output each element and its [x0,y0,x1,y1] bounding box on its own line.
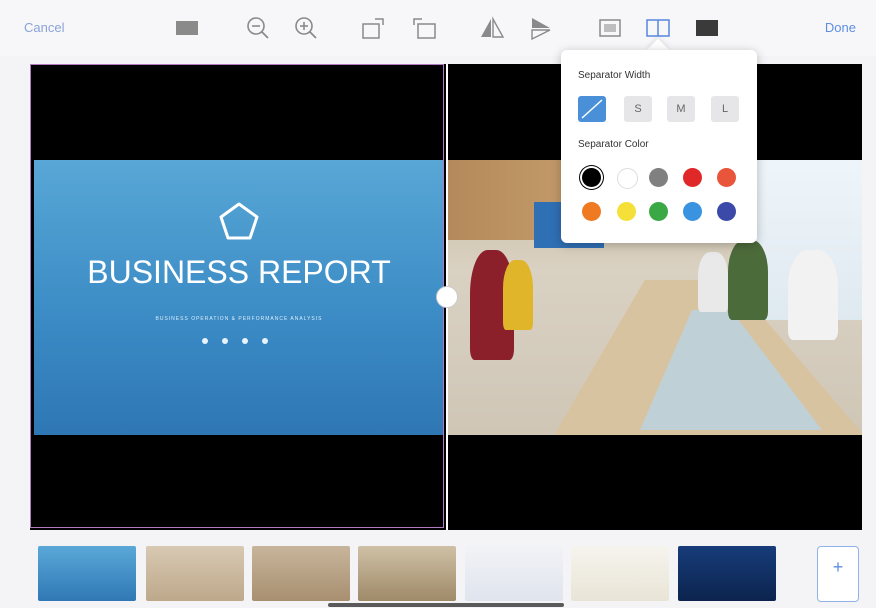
color-swatch[interactable] [582,202,601,221]
add-photo-button[interactable]: + [817,546,859,602]
width-m-button[interactable]: M [667,96,695,122]
thumbnail[interactable] [358,546,456,601]
pentagon-icon [219,202,259,240]
rotate-right-icon[interactable] [360,14,388,42]
done-button[interactable]: Done [825,20,856,35]
rotate-left-icon[interactable] [410,14,438,42]
width-none-button[interactable] [578,96,606,122]
social-icon [242,338,248,344]
width-s-button[interactable]: S [624,96,652,122]
separator-popover: Separator Width S M L Separator Color [561,50,757,243]
social-icon [262,338,268,344]
color-swatch[interactable] [683,202,702,221]
social-icon [222,338,228,344]
thumbnail[interactable] [38,546,136,601]
color-swatch[interactable] [717,168,736,187]
fit-icon[interactable] [596,14,624,42]
social-icons [202,338,268,344]
thumbnail[interactable] [678,546,776,601]
person [728,240,768,320]
person [788,250,838,340]
person [503,260,533,330]
thumbnail[interactable] [252,546,350,601]
rectangle-icon[interactable] [173,14,201,42]
color-swatch[interactable] [582,168,601,187]
cancel-button[interactable]: Cancel [24,20,64,35]
zoom-in-icon[interactable] [292,14,320,42]
separator-width-label: Separator Width [578,70,651,81]
person [698,252,728,312]
color-swatch[interactable] [649,168,668,187]
separator-handle[interactable] [436,286,458,308]
color-swatch[interactable] [649,202,668,221]
thumbnail[interactable] [571,546,669,601]
color-swatch[interactable] [617,202,636,221]
color-swatch[interactable] [683,168,702,187]
slide-subtitle: BUSINESS OPERATION & PERFORMANCE ANALYSI… [155,316,323,322]
slide-title: BUSINESS REPORT [87,254,391,290]
width-l-button[interactable]: L [711,96,739,122]
thumbnail[interactable] [146,546,244,601]
fill-icon[interactable] [693,14,721,42]
business-report-slide-image: BUSINESS REPORT BUSINESS OPERATION & PER… [34,160,444,435]
social-icon [202,338,208,344]
thumbnail[interactable] [465,546,563,601]
no-separator-icon [581,99,603,119]
separator-color-label: Separator Color [578,139,649,150]
zoom-out-icon[interactable] [244,14,272,42]
left-panel[interactable]: BUSINESS REPORT BUSINESS OPERATION & PER… [30,64,446,530]
top-toolbar: Cancel Done [0,0,876,56]
color-swatch[interactable] [717,202,736,221]
home-indicator [328,603,564,607]
flip-horizontal-icon[interactable] [478,14,506,42]
color-swatch[interactable] [617,168,638,189]
flip-vertical-icon[interactable] [527,14,555,42]
thumbnail-strip [0,540,876,608]
